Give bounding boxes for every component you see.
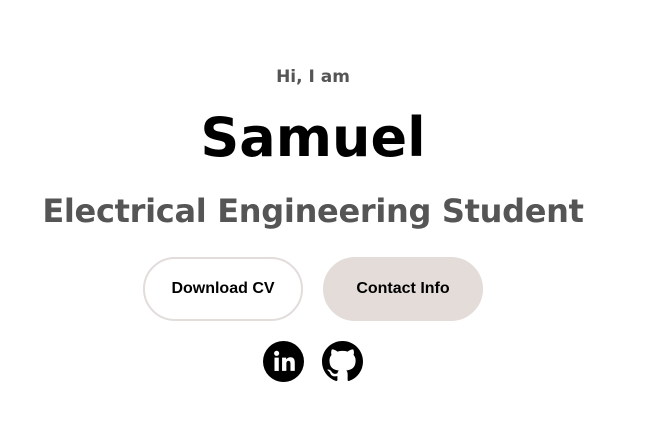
- greeting-text: Hi, I am: [276, 67, 350, 87]
- linkedin-icon[interactable]: [263, 341, 304, 382]
- contact-info-button[interactable]: Contact Info: [323, 257, 483, 321]
- hero-section: Hi, I am Samuel Electrical Engineering S…: [0, 0, 648, 429]
- download-cv-button[interactable]: Download CV: [143, 257, 303, 321]
- download-cv-label: Download CV: [171, 280, 275, 297]
- profile-role: Electrical Engineering Student: [42, 192, 584, 230]
- profile-name: Samuel: [200, 106, 426, 169]
- contact-info-label: Contact Info: [356, 280, 450, 297]
- github-icon[interactable]: [322, 341, 363, 382]
